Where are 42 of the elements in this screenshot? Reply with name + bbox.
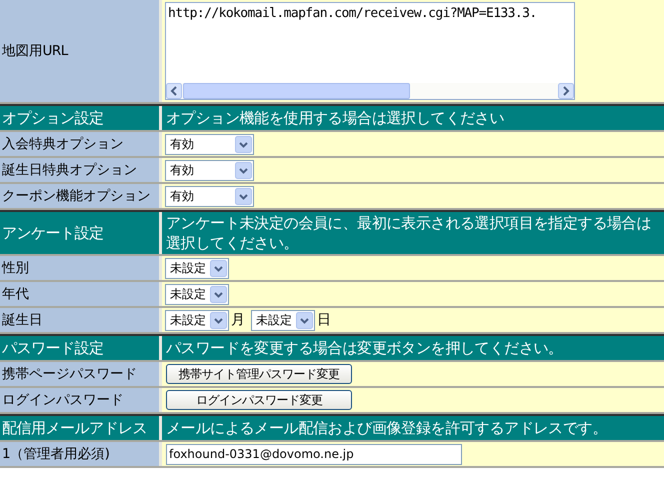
dropdown[interactable]: 未設定 bbox=[251, 310, 315, 330]
field-label: 携帯ページパスワード bbox=[0, 362, 162, 386]
field-label: 1（管理者用必須) bbox=[0, 442, 162, 466]
unit-label: 月 bbox=[231, 311, 245, 329]
field-label: 地図用URL bbox=[0, 0, 162, 102]
field-label: 性別 bbox=[0, 256, 162, 280]
scroll-left-icon[interactable] bbox=[166, 83, 182, 99]
caret-icon bbox=[235, 188, 252, 204]
caret-icon bbox=[235, 162, 252, 178]
caret-icon bbox=[210, 286, 227, 302]
horizontal-scrollbar[interactable] bbox=[166, 83, 574, 99]
section-description: アンケート未決定の会員に、最初に表示される選択項目を指定する場合は選択してください。 bbox=[162, 212, 664, 254]
section-description: パスワードを変更する場合は変更ボタンを押してください。 bbox=[162, 336, 664, 360]
field-label: 誕生日 bbox=[0, 308, 162, 332]
section-title: オプション設定 bbox=[0, 106, 162, 130]
caret-icon bbox=[210, 260, 227, 276]
section-description: オプション機能を使用する場合は選択してください bbox=[162, 106, 664, 130]
field-label: クーポン機能オプション bbox=[0, 184, 162, 208]
section-description: メールによるメール配信および画像登録を許可するアドレスです。 bbox=[162, 416, 664, 440]
dropdown[interactable]: 有効 bbox=[165, 134, 254, 154]
scroll-right-icon[interactable] bbox=[558, 83, 574, 99]
scrollbar-thumb[interactable] bbox=[183, 83, 410, 99]
field-label: 年代 bbox=[0, 282, 162, 306]
section-title: 配信用メールアドレス bbox=[0, 416, 162, 440]
dropdown[interactable]: 有効 bbox=[165, 186, 254, 206]
field-label: ログインパスワード bbox=[0, 388, 162, 412]
field-label: 誕生日特典オプション bbox=[0, 158, 162, 182]
dropdown[interactable]: 未設定 bbox=[165, 310, 229, 330]
unit-label: 日 bbox=[317, 311, 331, 329]
caret-icon bbox=[235, 136, 252, 152]
caret-icon bbox=[210, 312, 227, 328]
section-title: アンケート設定 bbox=[0, 212, 162, 254]
dropdown[interactable]: 未設定 bbox=[165, 258, 229, 278]
section-title: パスワード設定 bbox=[0, 336, 162, 360]
email-input[interactable]: foxhound-0331@dovomo.ne.jp bbox=[166, 444, 462, 464]
url-textarea[interactable]: http://kokomail.mapfan.com/receivew.cgi?MAP=E133.3. bbox=[165, 2, 575, 100]
caret-icon bbox=[296, 312, 313, 328]
dropdown[interactable]: 未設定 bbox=[165, 284, 229, 304]
dropdown[interactable]: 有効 bbox=[165, 160, 254, 180]
field-label: 入会特典オプション bbox=[0, 132, 162, 156]
change-password-button[interactable]: ログインパスワード変更 bbox=[166, 390, 352, 410]
change-password-button[interactable]: 携帯サイト管理パスワード変更 bbox=[166, 364, 352, 384]
